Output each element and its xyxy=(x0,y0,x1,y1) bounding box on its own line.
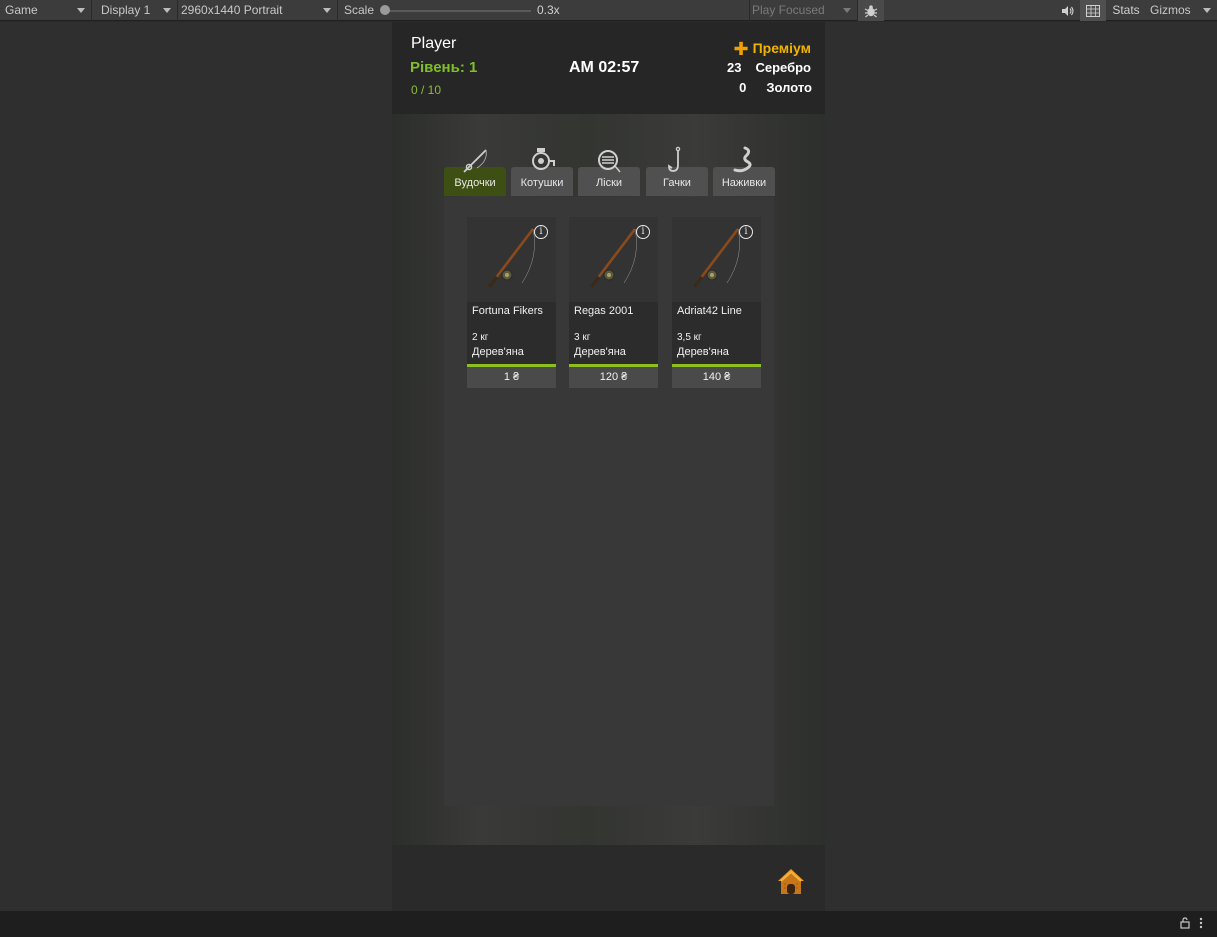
stats-button[interactable]: Stats xyxy=(1108,0,1144,21)
item-weight: 3,5 кг xyxy=(677,332,702,343)
game-screen: Player Рівень: 1 0 / 10 AM 02:57 ✚ Преміу… xyxy=(392,22,825,911)
scale-label: Scale xyxy=(344,3,375,17)
scale-slider-handle[interactable] xyxy=(380,5,390,15)
premium-label: Преміум xyxy=(752,40,811,56)
line-icon xyxy=(598,150,621,173)
tab-label: Ліски xyxy=(595,177,623,189)
chevron-down-icon xyxy=(843,8,851,13)
resolution-label: 2960x1440 Portrait xyxy=(181,3,283,17)
gold-amount: 0 xyxy=(739,80,747,95)
chevron-down-icon xyxy=(323,8,331,13)
item-weight: 2 кг xyxy=(472,332,489,343)
silver-balance: 23 Серебро xyxy=(727,60,811,75)
hook-icon xyxy=(668,146,681,172)
status-bar xyxy=(0,911,1217,937)
xp-progress: 0 / 10 xyxy=(411,83,442,97)
buy-button[interactable]: 140 ₴ xyxy=(672,367,761,388)
premium-button[interactable]: ✚ Преміум xyxy=(733,39,811,60)
worm-icon xyxy=(733,146,752,173)
item-name: Fortuna Fikers xyxy=(472,305,543,317)
shop-item-card[interactable]: i Adriat42 Line 3,5 кг Дерев'яна 140 ₴ xyxy=(672,217,761,388)
lock-icon[interactable] xyxy=(1180,917,1190,932)
item-material: Дерев'яна xyxy=(472,346,524,358)
shop-item-card[interactable]: i Fortuna Fikers 2 кг Дерев'яна 1 ₴ xyxy=(467,217,556,388)
unity-toolbar: Game Display 1 2960x1440 Portrait Scale … xyxy=(0,0,1217,21)
home-icon[interactable] xyxy=(776,866,806,896)
reel-icon xyxy=(532,148,555,170)
scale-slider-track[interactable] xyxy=(383,10,531,12)
category-tabs: Вудочки Котушки Ліски Гачки Наживки xyxy=(444,146,775,198)
shop-item-card[interactable]: i Regas 2001 3 кг Дерев'яна 120 ₴ xyxy=(569,217,658,388)
info-icon[interactable]: i xyxy=(534,225,548,239)
rod-icon xyxy=(463,149,487,173)
silver-amount: 23 xyxy=(727,60,742,75)
chevron-down-icon xyxy=(1203,8,1211,13)
item-name: Adriat42 Line xyxy=(677,305,742,317)
chevron-down-icon xyxy=(77,8,85,13)
silver-label: Серебро xyxy=(755,60,811,75)
item-weight: 3 кг xyxy=(574,332,591,343)
display-dropdown[interactable]: Display 1 xyxy=(92,0,178,21)
tab-label: Наживки xyxy=(721,177,767,189)
gizmos-label: Gizmos xyxy=(1150,3,1191,17)
info-icon[interactable]: i xyxy=(636,225,650,239)
tab-label: Котушки xyxy=(520,177,564,189)
game-clock: AM 02:57 xyxy=(569,59,640,76)
buy-button[interactable]: 120 ₴ xyxy=(569,367,658,388)
more-options-icon[interactable] xyxy=(1198,917,1204,932)
buy-button[interactable]: 1 ₴ xyxy=(467,367,556,388)
play-mode-dropdown[interactable]: Play Focused xyxy=(750,0,858,21)
gold-balance: 0 Золото xyxy=(739,80,812,95)
item-name: Regas 2001 xyxy=(574,305,634,317)
player-name: Player xyxy=(411,35,457,52)
resolution-dropdown[interactable]: 2960x1440 Portrait xyxy=(178,0,338,21)
item-material: Дерев'яна xyxy=(574,346,626,358)
player-level: Рівень: 1 xyxy=(410,59,478,76)
chevron-down-icon xyxy=(163,8,171,13)
plus-icon: ✚ xyxy=(733,39,749,59)
scale-value: 0.3x xyxy=(537,3,560,17)
player-header: Player Рівень: 1 0 / 10 AM 02:57 ✚ Преміу… xyxy=(392,22,825,114)
item-material: Дерев'яна xyxy=(677,346,729,358)
speaker-icon[interactable] xyxy=(1055,0,1079,21)
play-mode-label: Play Focused xyxy=(752,3,825,17)
tab-label: Гачки xyxy=(663,177,691,189)
display-label: Display 1 xyxy=(101,3,151,17)
gizmos-dropdown[interactable]: Gizmos xyxy=(1146,0,1217,21)
tab-label: Вудочки xyxy=(454,177,496,189)
view-mode-label: Game xyxy=(5,3,38,17)
gold-label: Золото xyxy=(766,80,812,95)
grid-icon[interactable] xyxy=(1080,0,1106,21)
view-mode-dropdown[interactable]: Game xyxy=(0,0,92,21)
bug-icon[interactable] xyxy=(858,0,884,21)
info-icon[interactable]: i xyxy=(739,225,753,239)
bottom-bar xyxy=(392,845,825,911)
